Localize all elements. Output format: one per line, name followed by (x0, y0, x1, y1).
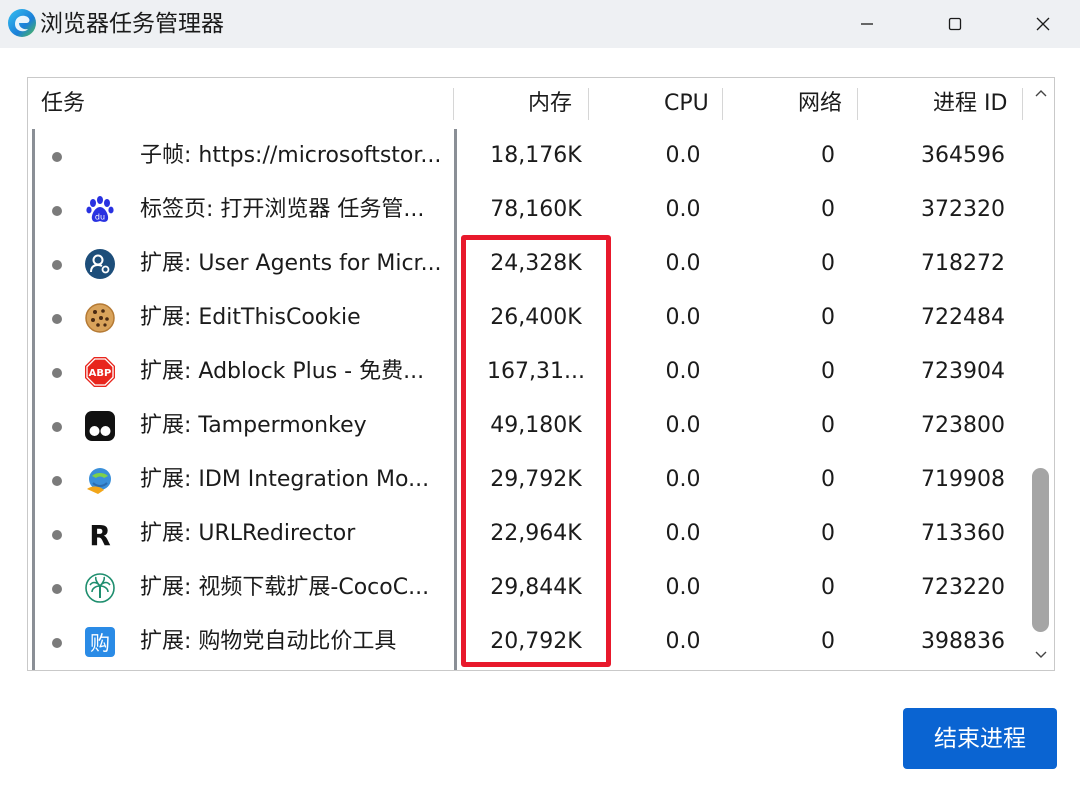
svg-text:购: 购 (90, 631, 110, 655)
bullet-icon (52, 638, 62, 648)
task-name: 扩展: 视频下载扩展-CocoC... (140, 575, 430, 600)
pid-value: 372320 (921, 197, 1005, 222)
network-value: 0 (821, 521, 835, 546)
table-row[interactable]: du 标签页: 打开浏览器 任务管... 78,160K 0.0 0 37232… (28, 183, 1028, 237)
edge-icon (8, 9, 36, 37)
memory-value: 18,176K (490, 143, 582, 168)
column-header-cpu[interactable]: CPU (664, 78, 709, 129)
network-value: 0 (821, 575, 835, 600)
svg-text:ABP: ABP (89, 368, 112, 379)
task-name: 扩展: IDM Integration Mo... (140, 467, 430, 492)
cpu-value: 0.0 (665, 197, 701, 222)
task-name: 子帧: https://microsoftstor... (140, 143, 440, 168)
column-header-network[interactable]: 网络 (798, 78, 842, 129)
baidu-icon: du (86, 196, 114, 222)
cpu-value: 0.0 (665, 305, 701, 330)
task-name: 扩展: URLRedirector (140, 521, 356, 546)
network-value: 0 (821, 359, 835, 384)
cpu-value: 0.0 (665, 413, 701, 438)
cpu-value: 0.0 (665, 467, 701, 492)
scroll-up-icon[interactable] (1033, 86, 1049, 102)
close-button[interactable] (998, 0, 1080, 48)
shopping-icon: 购 (85, 627, 115, 657)
network-value: 0 (821, 143, 835, 168)
user-agent-icon (85, 249, 115, 279)
network-value: 0 (821, 197, 835, 222)
bullet-icon (52, 584, 62, 594)
pid-value: 723904 (921, 359, 1005, 384)
svg-text:du: du (95, 213, 105, 222)
pid-value: 713360 (921, 521, 1005, 546)
pid-value: 718272 (921, 251, 1005, 276)
column-divider[interactable] (1022, 88, 1023, 120)
network-value: 0 (821, 413, 835, 438)
cpu-value: 0.0 (665, 629, 701, 654)
scroll-down-icon[interactable] (1033, 646, 1049, 662)
bullet-icon (52, 152, 62, 162)
task-name: 扩展: Tampermonkey (140, 413, 367, 438)
task-name: 扩展: User Agents for Micr... (140, 251, 440, 276)
minimize-icon (861, 23, 873, 25)
minimize-button[interactable] (822, 0, 912, 48)
column-divider[interactable] (857, 88, 858, 120)
bullet-icon (52, 368, 62, 378)
title-bar: 浏览器任务管理器 (0, 0, 1080, 48)
pid-value: 723220 (921, 575, 1005, 600)
pid-value: 723800 (921, 413, 1005, 438)
task-name: 扩展: EditThisCookie (140, 305, 361, 330)
column-header-pid[interactable]: 进程 ID (933, 78, 1007, 129)
idm-icon (87, 468, 111, 494)
close-icon (1036, 17, 1050, 31)
cpu-value: 0.0 (665, 521, 701, 546)
network-value: 0 (821, 305, 835, 330)
pid-value: 364596 (921, 143, 1005, 168)
network-value: 0 (821, 629, 835, 654)
pid-value: 719908 (921, 467, 1005, 492)
adblock-icon: ABP (85, 357, 115, 387)
network-value: 0 (821, 467, 835, 492)
cpu-value: 0.0 (665, 359, 701, 384)
window-title: 浏览器任务管理器 (40, 11, 224, 37)
memory-value: 78,160K (490, 197, 582, 222)
bullet-icon (52, 530, 62, 540)
tampermonkey-icon (85, 411, 115, 441)
column-divider[interactable] (453, 88, 454, 120)
palm-tree-icon (85, 573, 115, 603)
column-header-memory[interactable]: 内存 (528, 78, 572, 129)
bullet-icon (52, 206, 62, 216)
task-name: 扩展: Adblock Plus - 免费... (140, 359, 425, 384)
table-header: 任务 内存 CPU 网络 进程 ID (28, 78, 1028, 129)
cpu-value: 0.0 (665, 575, 701, 600)
bullet-icon (52, 476, 62, 486)
cpu-value: 0.0 (665, 143, 701, 168)
svg-text:R: R (89, 519, 111, 550)
end-process-button[interactable]: 结束进程 (903, 708, 1057, 769)
column-divider[interactable] (722, 88, 723, 120)
cpu-value: 0.0 (665, 251, 701, 276)
bullet-icon (52, 314, 62, 324)
task-name: 标签页: 打开浏览器 任务管... (140, 197, 425, 222)
maximize-icon (948, 17, 962, 31)
maximize-button[interactable] (910, 0, 1000, 48)
scrollbar-thumb[interactable] (1032, 468, 1049, 632)
network-value: 0 (821, 251, 835, 276)
task-name: 扩展: 购物党自动比价工具 (140, 629, 397, 654)
bullet-icon (52, 260, 62, 270)
cookie-icon (85, 303, 115, 333)
column-header-task[interactable]: 任务 (41, 78, 85, 129)
pid-value: 722484 (921, 305, 1005, 330)
pid-value: 398836 (921, 629, 1005, 654)
vertical-scrollbar[interactable] (1028, 78, 1054, 670)
urlredirector-icon: R (89, 519, 111, 550)
memory-highlight-box (461, 235, 611, 667)
column-divider[interactable] (588, 88, 589, 120)
table-row[interactable]: 子帧: https://microsoftstor... 18,176K 0.0… (28, 129, 1028, 183)
bullet-icon (52, 422, 62, 432)
